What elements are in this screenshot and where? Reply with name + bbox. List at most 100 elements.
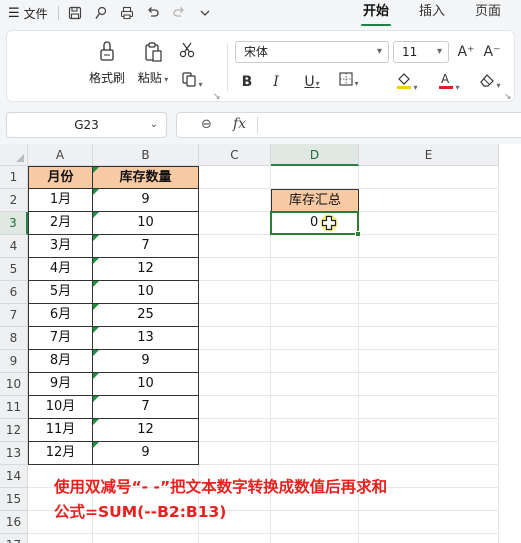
tab-home[interactable]: 开始 xyxy=(348,0,404,26)
cell-d12[interactable] xyxy=(271,419,359,442)
italic-button[interactable]: I xyxy=(266,72,286,92)
row-header-13[interactable]: 13 xyxy=(0,442,28,465)
cell-d1[interactable] xyxy=(271,166,359,189)
cell-b11[interactable]: 7 xyxy=(93,396,199,419)
cell-a2[interactable]: 1月 xyxy=(28,189,93,212)
clear-format-button[interactable]: ▾ xyxy=(474,72,506,92)
shrink-font-button[interactable]: A⁻ xyxy=(482,42,502,62)
cell-b8[interactable]: 13 xyxy=(93,327,199,350)
cell-e6[interactable] xyxy=(359,281,499,304)
underline-button[interactable]: U▾ xyxy=(296,72,328,92)
cell-b2[interactable]: 9 xyxy=(93,189,199,212)
row-header-15[interactable]: 15 xyxy=(0,488,28,511)
cell-d17[interactable] xyxy=(271,534,359,543)
cell-d8[interactable] xyxy=(271,327,359,350)
row-header-8[interactable]: 8 xyxy=(0,327,28,350)
fill-color-button[interactable]: ▾ xyxy=(391,72,423,92)
cell-e12[interactable] xyxy=(359,419,499,442)
row-header-12[interactable]: 12 xyxy=(0,419,28,442)
cell-a10[interactable]: 9月 xyxy=(28,373,93,396)
row-header-16[interactable]: 16 xyxy=(0,511,28,534)
clipboard-launcher-icon[interactable]: ↘ xyxy=(213,92,221,102)
cut-icon[interactable] xyxy=(177,41,197,61)
cell-e2[interactable] xyxy=(359,189,499,212)
undo-icon[interactable] xyxy=(145,5,161,21)
cell-d11[interactable] xyxy=(271,396,359,419)
cell-d9[interactable] xyxy=(271,350,359,373)
cell-c13[interactable] xyxy=(199,442,271,465)
cell-c4[interactable] xyxy=(199,235,271,258)
cell-e5[interactable] xyxy=(359,258,499,281)
cell-b5[interactable]: 12 xyxy=(93,258,199,281)
cell-d5[interactable] xyxy=(271,258,359,281)
row-header-14[interactable]: 14 xyxy=(0,465,28,488)
column-header-b[interactable]: B xyxy=(93,144,199,166)
row-header-9[interactable]: 9 xyxy=(0,350,28,373)
row-header-10[interactable]: 10 xyxy=(0,373,28,396)
cell-b3[interactable]: 10 xyxy=(93,212,199,235)
cell-b13[interactable]: 9 xyxy=(93,442,199,465)
font-launcher-icon[interactable]: ↘ xyxy=(504,92,512,102)
cell-c5[interactable] xyxy=(199,258,271,281)
print-icon[interactable] xyxy=(119,5,135,21)
paintbrush-icon[interactable] xyxy=(93,5,109,21)
select-all-corner[interactable] xyxy=(0,144,28,166)
row-header-6[interactable]: 6 xyxy=(0,281,28,304)
cell-d2[interactable]: 库存汇总 xyxy=(271,189,359,212)
column-header-a[interactable]: A xyxy=(28,144,93,166)
cell-c7[interactable] xyxy=(199,304,271,327)
cell-b10[interactable]: 10 xyxy=(93,373,199,396)
font-name-select[interactable]: 宋体 ▾ xyxy=(235,41,389,63)
fill-handle[interactable] xyxy=(355,231,361,237)
row-header-1[interactable]: 1 xyxy=(0,166,28,189)
font-size-select[interactable]: 11 ▾ xyxy=(393,41,449,63)
cell-e11[interactable] xyxy=(359,396,499,419)
row-header-11[interactable]: 11 xyxy=(0,396,28,419)
cell-e8[interactable] xyxy=(359,327,499,350)
cell-d13[interactable] xyxy=(271,442,359,465)
zoom-icon[interactable]: ⊖ xyxy=(201,117,212,132)
cell-a12[interactable]: 11月 xyxy=(28,419,93,442)
cell-c9[interactable] xyxy=(199,350,271,373)
cell-d7[interactable] xyxy=(271,304,359,327)
formula-input-area[interactable]: ⊖ fx xyxy=(176,112,521,138)
cell-a6[interactable]: 5月 xyxy=(28,281,93,304)
cell-e9[interactable] xyxy=(359,350,499,373)
name-box[interactable]: G23 ⌄ xyxy=(6,112,167,138)
bold-button[interactable]: B xyxy=(237,72,257,92)
function-icon[interactable]: fx xyxy=(233,116,246,132)
cell-d10[interactable] xyxy=(271,373,359,396)
cell-c12[interactable] xyxy=(199,419,271,442)
grow-font-button[interactable]: A⁺ xyxy=(456,42,476,62)
cell-e3[interactable] xyxy=(359,212,499,235)
cell-a11[interactable]: 10月 xyxy=(28,396,93,419)
save-icon[interactable] xyxy=(67,5,83,21)
cell-a5[interactable]: 4月 xyxy=(28,258,93,281)
cell-c3[interactable] xyxy=(199,212,271,235)
cell-e7[interactable] xyxy=(359,304,499,327)
row-header-4[interactable]: 4 xyxy=(0,235,28,258)
borders-button[interactable]: ▾ xyxy=(334,72,364,92)
cell-c2[interactable] xyxy=(199,189,271,212)
cell-b6[interactable]: 10 xyxy=(93,281,199,304)
cell-c1[interactable] xyxy=(199,166,271,189)
cell-a3[interactable]: 2月 xyxy=(28,212,93,235)
cell-b4[interactable]: 7 xyxy=(93,235,199,258)
cell-a8[interactable]: 7月 xyxy=(28,327,93,350)
cell-d16[interactable] xyxy=(271,511,359,534)
format-painter-button[interactable]: 格式刷 xyxy=(85,41,129,86)
cell-c17[interactable] xyxy=(199,534,271,543)
row-header-7[interactable]: 7 xyxy=(0,304,28,327)
column-header-d[interactable]: D xyxy=(271,144,359,166)
paste-button[interactable]: 粘贴 ▾ xyxy=(133,41,173,86)
cell-a13[interactable]: 12月 xyxy=(28,442,93,465)
cell-b1[interactable]: 库存数量 xyxy=(93,166,199,189)
cell-b9[interactable]: 9 xyxy=(93,350,199,373)
cell-a17[interactable] xyxy=(28,534,93,543)
cell-e13[interactable] xyxy=(359,442,499,465)
cell-b12[interactable]: 12 xyxy=(93,419,199,442)
copy-icon[interactable]: ▾ xyxy=(177,71,207,91)
tab-page[interactable]: 页面 xyxy=(460,0,516,26)
cell-d4[interactable] xyxy=(271,235,359,258)
cell-a4[interactable]: 3月 xyxy=(28,235,93,258)
